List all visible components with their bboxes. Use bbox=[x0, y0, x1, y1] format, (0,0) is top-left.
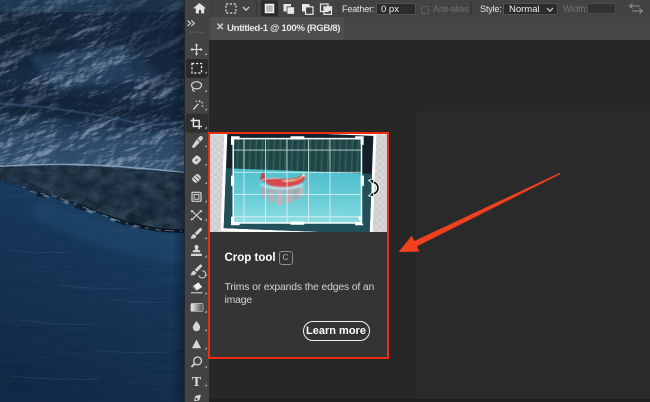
svg-text:T: T bbox=[192, 375, 202, 390]
